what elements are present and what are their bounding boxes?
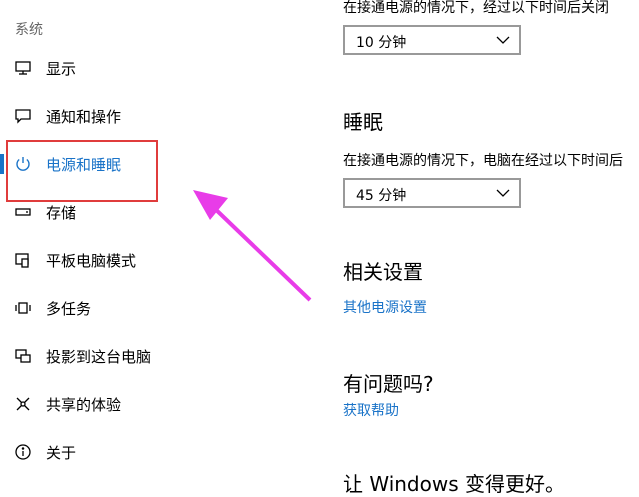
settings-sidebar: 系统 显示 通知和操作 电源和睡眠 存储 平板电脑模式 多任务 投影到这台电脑 … [0,0,300,489]
sidebar-item-label: 关于 [46,444,77,462]
sidebar-item-about[interactable]: 关于 [0,432,300,472]
sidebar-item-label: 投影到这台电脑 [46,348,152,366]
sidebar-item-label: 通知和操作 [46,108,122,126]
storage-icon [15,208,31,216]
sidebar-item-label: 平板电脑模式 [46,252,137,270]
screen-timeout-dropdown[interactable]: 10 分钟 [343,25,521,55]
additional-power-settings-link[interactable]: 其他电源设置 [343,297,427,317]
about-icon [15,444,31,460]
dropdown-value: 45 分钟 [356,188,407,204]
screen-description: 在接通电源的情况下，经过以下时间后关闭 [343,0,609,16]
projecting-icon [15,349,31,363]
sidebar-item-label: 存储 [46,204,77,222]
feedback-heading: 让 Windows 变得更好。 [343,472,565,496]
get-help-link[interactable]: 获取帮助 [343,400,399,420]
notification-icon [15,109,31,124]
sleep-timeout-dropdown[interactable]: 45 分钟 [343,178,521,208]
dropdown-value: 10 分钟 [356,35,407,51]
related-settings-heading: 相关设置 [343,260,423,284]
sidebar-item-projecting[interactable]: 投影到这台电脑 [0,336,300,376]
power-sleep-content: 在接通电源的情况下，经过以下时间后关闭 10 分钟 睡眠 在接通电源的情况下，电… [343,0,639,496]
sidebar-item-tablet-mode[interactable]: 平板电脑模式 [0,240,300,280]
sleep-description: 在接通电源的情况下，电脑在经过以下时间后 [343,153,623,169]
sidebar-item-label: 显示 [46,60,77,78]
sidebar-item-multitasking[interactable]: 多任务 [0,288,300,328]
tablet-mode-icon [15,253,29,268]
chevron-down-icon [496,36,510,44]
monitor-icon [15,61,31,75]
annotation-highlight-box [6,140,158,202]
multitasking-icon [15,302,31,314]
sleep-heading: 睡眠 [343,110,383,134]
sidebar-item-notifications[interactable]: 通知和操作 [0,96,300,136]
chevron-down-icon [496,189,510,197]
help-heading: 有问题吗? [343,372,434,396]
shared-experiences-icon [16,397,30,411]
active-indicator [0,154,4,174]
sidebar-item-shared-experiences[interactable]: 共享的体验 [0,384,300,424]
sidebar-item-display[interactable]: 显示 [0,48,300,88]
section-title: 系统 [15,22,43,38]
sidebar-item-label: 多任务 [46,300,92,318]
sidebar-item-label: 共享的体验 [46,396,122,414]
